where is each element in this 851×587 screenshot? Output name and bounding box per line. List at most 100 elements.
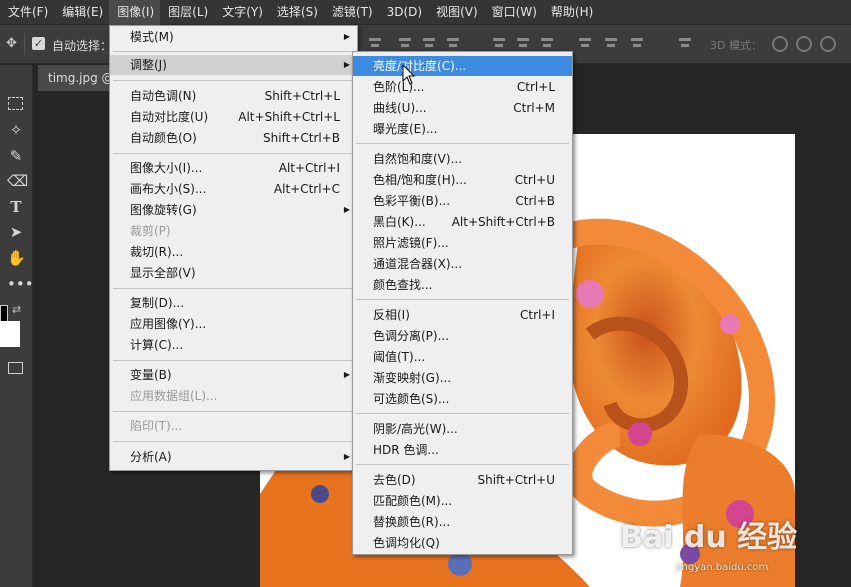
eraser-tool-icon[interactable]: ⌫ xyxy=(7,172,28,190)
menu-separator xyxy=(113,153,354,154)
menu-item[interactable]: 显示全部(V) xyxy=(110,263,357,283)
menubar-item[interactable]: 编辑(E) xyxy=(54,0,109,25)
menu-item[interactable]: 应用图像(Y)... xyxy=(110,314,357,334)
menu-item: 裁剪(P) xyxy=(110,221,357,241)
move-tool-preset-icon[interactable]: ✥ xyxy=(6,36,17,51)
more-tools-icon[interactable]: ••• xyxy=(7,275,34,293)
menu-item-label: 画布大小(S)... xyxy=(130,182,207,196)
menu-item-shortcut: Shift+Ctrl+U xyxy=(477,473,555,487)
menu-item[interactable]: 变量(B) ▶ xyxy=(110,365,357,385)
menu-item[interactable]: 去色(D) Shift+Ctrl+U xyxy=(353,470,572,490)
menubar-item[interactable]: 窗口(W) xyxy=(484,0,543,25)
auto-select-checkbox[interactable]: ✓ xyxy=(32,37,45,50)
menu-item[interactable]: 计算(C)... xyxy=(110,335,357,355)
document-tab[interactable]: timg.jpg @ xyxy=(38,65,110,91)
brush-tool-icon[interactable]: ✎ xyxy=(7,147,25,165)
menu-item-label: 匹配颜色(M)... xyxy=(373,494,453,508)
menu-item[interactable]: 自然饱和度(V)... xyxy=(353,149,572,169)
align-distribute-icon[interactable] xyxy=(516,36,530,50)
hand-tool-icon[interactable]: ✋ xyxy=(7,249,26,267)
background-color-swatch[interactable] xyxy=(0,321,20,347)
align-distribute-icon[interactable] xyxy=(604,36,618,50)
menu-item[interactable]: 色调分离(P)... xyxy=(353,326,572,346)
menu-item[interactable]: 色彩平衡(B)... Ctrl+B xyxy=(353,191,572,211)
menu-item[interactable]: 自动颜色(O) Shift+Ctrl+B xyxy=(110,128,357,148)
divider xyxy=(24,33,25,55)
menu-item-shortcut: Ctrl+M xyxy=(513,101,555,115)
align-distribute-icon[interactable] xyxy=(368,36,382,50)
menu-item[interactable]: 色阶(L)... Ctrl+L xyxy=(353,77,572,97)
menu-item[interactable]: 曝光度(E)... xyxy=(353,119,572,139)
menu-item[interactable]: 可选颜色(S)... xyxy=(353,389,572,409)
menu-item-label: 计算(C)... xyxy=(130,338,184,352)
menu-item[interactable]: 阴影/高光(W)... xyxy=(353,419,572,439)
menu-item[interactable]: 画布大小(S)... Alt+Ctrl+C xyxy=(110,179,357,199)
menu-item[interactable]: 曲线(U)... Ctrl+M xyxy=(353,98,572,118)
menu-item[interactable]: 色调均化(Q) xyxy=(353,533,572,553)
menu-item[interactable]: 通道混合器(X)... xyxy=(353,254,572,274)
menubar-item[interactable]: 图像(I) xyxy=(109,0,161,25)
menu-item[interactable]: 图像大小(I)... Alt+Ctrl+I xyxy=(110,158,357,178)
menu-item-label: 颜色查找... xyxy=(373,278,433,292)
menu-item[interactable]: 图像旋转(G) ▶ xyxy=(110,200,357,220)
image-menu: 模式(M) ▶ 调整(J) ▶ 自动色调(N) Shift+Ctrl+L 自动对比度(U) A… xyxy=(109,25,358,471)
menubar-item[interactable]: 文字(Y) xyxy=(214,0,269,25)
menubar-item[interactable]: 选择(S) xyxy=(269,0,324,25)
menu-item[interactable]: 自动色调(N) Shift+Ctrl+L xyxy=(110,86,357,106)
align-distribute-icon[interactable] xyxy=(446,36,460,50)
menu-item[interactable]: 自动对比度(U) Alt+Shift+Ctrl+L xyxy=(110,107,357,127)
menubar-item[interactable]: 文件(F) xyxy=(0,0,54,25)
type-tool-icon[interactable]: T xyxy=(7,198,25,216)
align-distribute-icon[interactable] xyxy=(540,36,554,50)
menu-item-label: 替换颜色(R)... xyxy=(373,515,451,529)
menu-item-label: 阈值(T)... xyxy=(373,350,426,364)
path-selection-tool-icon[interactable]: ➤ xyxy=(7,223,25,241)
menu-item[interactable]: 复制(D)... xyxy=(110,293,357,313)
menu-item-label: 色相/饱和度(H)... xyxy=(373,173,467,187)
align-distribute-icon[interactable] xyxy=(630,36,644,50)
3d-rotate-icon[interactable] xyxy=(772,36,788,52)
menu-item-label: 阴影/高光(W)... xyxy=(373,422,458,436)
menu-item[interactable]: 分析(A) ▶ xyxy=(110,447,357,467)
watermark-url: jingyan.baidu.com xyxy=(676,562,769,573)
align-distribute-icon[interactable] xyxy=(678,36,692,50)
menubar-item[interactable]: 滤镜(T) xyxy=(324,0,379,25)
menubar-item[interactable]: 视图(V) xyxy=(428,0,484,25)
align-distribute-icon[interactable] xyxy=(492,36,506,50)
menu-item-label: 反相(I) xyxy=(373,308,410,322)
magic-wand-tool-icon[interactable]: ✧ xyxy=(7,121,25,139)
menu-item[interactable]: 渐变映射(G)... xyxy=(353,368,572,388)
menu-item[interactable]: 照片滤镜(F)... xyxy=(353,233,572,253)
menu-item-label: 自动对比度(U) xyxy=(130,110,209,124)
menu-item[interactable]: 替换颜色(R)... xyxy=(353,512,572,532)
menu-item[interactable]: 颜色查找... xyxy=(353,275,572,295)
menu-item[interactable]: 调整(J) ▶ xyxy=(110,55,357,75)
menubar-item[interactable]: 图层(L) xyxy=(160,0,214,25)
menu-item[interactable]: 黑白(K)... Alt+Shift+Ctrl+B xyxy=(353,212,572,232)
menu-separator xyxy=(113,360,354,361)
menubar-item[interactable]: 3D(D) xyxy=(379,0,428,25)
screen-mode-icon[interactable] xyxy=(8,362,23,374)
menu-item[interactable]: 模式(M) ▶ xyxy=(110,27,357,47)
menubar-item[interactable]: 帮助(H) xyxy=(543,0,599,25)
3d-pan-icon[interactable] xyxy=(820,36,836,52)
3d-roll-icon[interactable] xyxy=(796,36,812,52)
swap-colors-icon[interactable]: ⇄ xyxy=(12,303,21,316)
menu-item[interactable]: 色相/饱和度(H)... Ctrl+U xyxy=(353,170,572,190)
menu-item[interactable]: HDR 色调... xyxy=(353,440,572,460)
align-distribute-icon[interactable] xyxy=(578,36,592,50)
menu-item: 应用数据组(L)... xyxy=(110,386,357,406)
menu-item-label: 黑白(K)... xyxy=(373,215,426,229)
menu-item[interactable]: 亮度/对比度(C)... xyxy=(353,56,572,76)
menu-item-label: 模式(M) xyxy=(130,30,174,44)
submenu-arrow-icon: ▶ xyxy=(343,452,350,461)
align-distribute-icon[interactable] xyxy=(422,36,436,50)
menu-item[interactable]: 阈值(T)... xyxy=(353,347,572,367)
marquee-tool-icon[interactable] xyxy=(8,97,23,110)
tools-panel: ✧ ✎ ⌫ T ➤ ✋ ••• ⇄ xyxy=(0,65,34,587)
align-distribute-icon[interactable] xyxy=(398,36,412,50)
menu-item[interactable]: 裁切(R)... xyxy=(110,242,357,262)
menu-item[interactable]: 匹配颜色(M)... xyxy=(353,491,572,511)
menu-item[interactable]: 反相(I) Ctrl+I xyxy=(353,305,572,325)
menu-item-label: 自动颜色(O) xyxy=(130,131,197,145)
